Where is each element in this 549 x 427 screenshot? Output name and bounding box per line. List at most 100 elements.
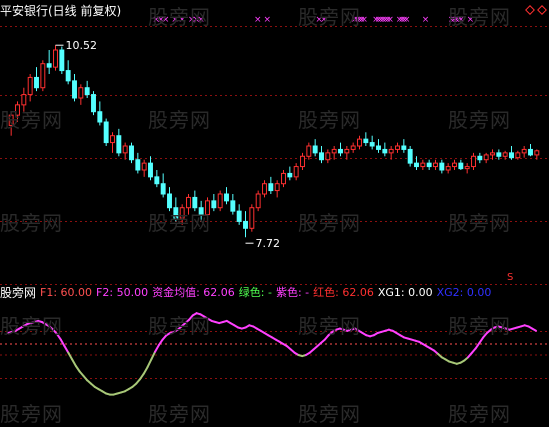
candle-body — [445, 166, 451, 171]
fund-average-segment — [150, 350, 157, 361]
candle-body — [173, 207, 179, 219]
candle-body — [21, 94, 27, 106]
candle-body — [205, 200, 210, 216]
candlestick-series — [8, 45, 540, 238]
candle-body — [293, 166, 299, 178]
high-label: 10.52 — [66, 39, 98, 52]
signal-marker: × — [467, 15, 475, 25]
fund-average-segment — [142, 366, 149, 375]
candle-body — [135, 159, 141, 171]
candle-body — [154, 176, 160, 185]
candle-body — [331, 148, 337, 154]
candle-body — [243, 220, 248, 229]
candle-body — [198, 207, 204, 216]
candle-body — [515, 152, 521, 159]
signal-marker: × — [178, 15, 186, 25]
candle-body — [363, 138, 369, 144]
candle-body — [249, 207, 255, 229]
candle-body — [325, 152, 331, 161]
candle-body — [376, 145, 381, 150]
candle-body — [490, 152, 495, 156]
candle-body — [236, 210, 242, 222]
candle-body — [84, 87, 90, 96]
signal-marker: × — [162, 15, 170, 25]
fund-average-segment — [59, 338, 66, 348]
candle-body — [477, 155, 483, 161]
candle-body — [72, 80, 77, 99]
candle-body — [15, 104, 20, 116]
candle-body — [230, 200, 236, 212]
candle-body — [78, 87, 84, 99]
candle-body — [483, 154, 489, 161]
candle-body — [407, 148, 413, 164]
candle-body — [53, 49, 58, 68]
candle-body — [509, 152, 514, 159]
candle-body — [338, 148, 343, 154]
candle-body — [27, 76, 33, 96]
signal-marker: × — [320, 15, 328, 25]
fund-average-segment — [146, 358, 153, 369]
candle-body — [426, 162, 432, 168]
indicator-series — [0, 312, 549, 396]
candle-body — [369, 142, 375, 147]
candle-body — [262, 183, 267, 195]
legend-green: 绿色: - — [238, 286, 272, 299]
candle-body — [141, 162, 147, 171]
legend-purple: 紫色: - — [275, 286, 310, 299]
candle-body — [116, 135, 122, 154]
signal-marker: × — [254, 15, 262, 25]
candle-body — [344, 148, 350, 154]
grid-lines — [0, 26, 549, 379]
candle-body — [8, 114, 14, 126]
candle-body — [274, 183, 280, 192]
candle-body — [46, 63, 52, 68]
indicator-legend: 股旁网 F1: 60.00 F2: 50.00 资金均值: 62.06 绿色: … — [0, 284, 495, 300]
candle-body — [110, 135, 115, 144]
candle-body — [97, 111, 103, 123]
price-annotations: 10.52 7.72 — [55, 39, 281, 250]
candle-body — [464, 166, 470, 170]
indicator-name: 股旁网 — [0, 285, 37, 300]
candle-body — [382, 148, 388, 154]
signal-marker: × — [360, 15, 368, 25]
candle-body — [167, 193, 172, 209]
signal-marker: × — [457, 15, 465, 25]
low-label: 7.72 — [256, 237, 281, 250]
candle-body — [129, 145, 134, 161]
candle-body — [395, 145, 400, 150]
candle-body — [148, 162, 153, 178]
candle-body — [521, 148, 527, 154]
legend-xg1: XG1: 0.00 — [377, 285, 433, 299]
signal-marker: × — [422, 15, 430, 25]
fund-average-segment — [74, 365, 81, 373]
candle-body — [160, 183, 166, 195]
candle-body — [192, 196, 198, 209]
candle-body — [350, 145, 356, 150]
candle-body — [179, 207, 185, 219]
candle-body — [59, 49, 65, 72]
fund-average-segment — [71, 358, 77, 367]
legend-f1: F1: 60.00 — [40, 285, 93, 299]
signal-marker: × — [403, 15, 411, 25]
candle-body — [268, 183, 274, 192]
signal-marker: × — [197, 15, 205, 25]
candle-body — [496, 152, 502, 157]
corner-markers: S — [507, 5, 547, 283]
candle-body — [357, 138, 362, 147]
candle-body — [388, 148, 394, 154]
candle-body — [255, 193, 261, 209]
diamond-icon — [537, 5, 547, 15]
legend-red: 红色: 62.06 — [313, 286, 374, 299]
legend-xg2: XG2: 0.00 — [436, 285, 492, 299]
candle-body — [281, 172, 286, 185]
fund-average-segment — [478, 336, 485, 344]
signal-marker: × — [263, 15, 271, 25]
candle-body — [224, 193, 229, 202]
candle-body — [103, 121, 109, 144]
candle-body — [217, 193, 223, 209]
candle-body — [534, 150, 540, 156]
signal-marker: × — [386, 15, 394, 25]
candle-body — [34, 76, 39, 89]
candle-body — [312, 145, 318, 154]
legend-f2: F2: 50.00 — [96, 285, 149, 299]
